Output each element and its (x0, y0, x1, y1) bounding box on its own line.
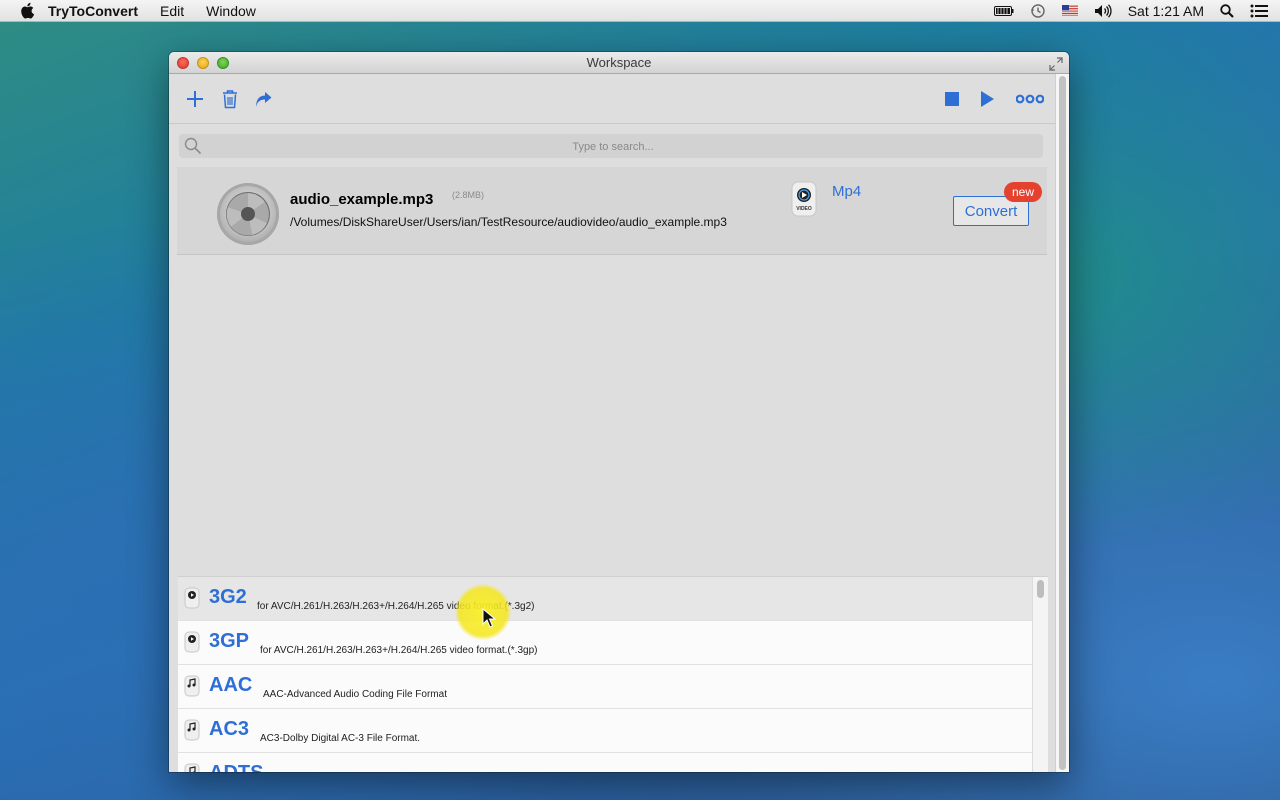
format-option-description: AC3-Dolby Digital AC-3 File Format. (260, 733, 421, 744)
search-input[interactable] (179, 134, 1047, 160)
workspace-content: audio_example.mp3 (2.8MB) /Volumes/DiskS… (169, 74, 1055, 772)
format-list-scroll-thumb[interactable] (1037, 580, 1044, 598)
file-thumbnail (217, 183, 279, 245)
window-scrollbar[interactable] (1055, 74, 1069, 772)
close-window-button[interactable] (177, 57, 189, 69)
format-option-adts[interactable]: ADTS (178, 753, 1032, 772)
format-option-name: AC3 (209, 718, 250, 740)
format-option-name: 3GP (209, 630, 250, 652)
video-file-icon (184, 631, 200, 653)
aperture-icon (226, 192, 270, 236)
file-path: /Volumes/DiskShareUser/Users/ian/TestRes… (290, 215, 727, 229)
video-file-icon (184, 587, 200, 609)
minimize-window-button[interactable] (197, 57, 209, 69)
zoom-window-button[interactable] (217, 57, 229, 69)
notification-center-icon[interactable] (1250, 4, 1268, 18)
file-item[interactable]: audio_example.mp3 (2.8MB) /Volumes/DiskS… (177, 167, 1047, 255)
format-option-name: 3G2 (209, 586, 247, 608)
format-option-name: ADTS (209, 762, 263, 772)
menubar-clock[interactable]: Sat 1:21 AM (1128, 3, 1204, 19)
format-option-description: AAC-Advanced Audio Coding File Format (263, 689, 447, 700)
app-menu[interactable]: TryToConvert (48, 3, 138, 19)
audio-file-icon (184, 675, 200, 697)
edit-menu[interactable]: Edit (160, 3, 184, 19)
format-list-scrollbar[interactable] (1032, 577, 1048, 772)
file-size: (2.8MB) (452, 190, 485, 200)
file-name: audio_example.mp3 (290, 191, 434, 208)
toolbar (169, 74, 1055, 124)
spotlight-icon[interactable] (1220, 3, 1234, 18)
window-title: Workspace (586, 55, 652, 70)
window-menu[interactable]: Window (206, 3, 256, 19)
search-bar (179, 134, 1047, 160)
window-scroll-thumb[interactable] (1059, 76, 1066, 770)
fullscreen-icon[interactable] (1049, 56, 1063, 71)
trash-icon[interactable] (219, 88, 241, 110)
add-icon[interactable] (184, 88, 206, 110)
share-icon[interactable] (253, 88, 275, 110)
window-titlebar[interactable]: Workspace (169, 52, 1069, 74)
play-icon[interactable] (976, 88, 998, 110)
format-option-description: for AVC/H.261/H.263/H.263+/H.264/H.265 v… (260, 645, 538, 656)
audio-file-icon (184, 719, 200, 741)
audio-file-icon (184, 763, 200, 772)
format-dropdown-list[interactable]: 3G2 for AVC/H.261/H.263/H.263+/H.264/H.26… (178, 576, 1048, 772)
time-machine-icon[interactable] (1030, 3, 1046, 19)
menu-bar: TryToConvert Edit Window Sat 1:21 AM (0, 0, 1280, 22)
video-format-icon[interactable]: VIDEO (789, 180, 819, 218)
format-option-name: AAC (209, 674, 253, 696)
format-option-description: for AVC/H.261/H.263/H.263+/H.264/H.265 v… (257, 601, 535, 612)
volume-icon[interactable] (1094, 3, 1112, 18)
format-icon-text: VIDEO (796, 206, 812, 212)
format-option-3gp[interactable]: 3GP for AVC/H.261/H.263/H.263+/H.264/H.26… (178, 621, 1032, 665)
us-flag-icon[interactable] (1061, 5, 1078, 16)
apple-menu-icon[interactable] (18, 2, 36, 20)
new-badge: new (1004, 182, 1043, 202)
format-option-3g2[interactable]: 3G2 for AVC/H.261/H.263/H.263+/H.264/H.26… (178, 577, 1032, 621)
more-icon[interactable] (1015, 88, 1045, 110)
battery-icon[interactable] (993, 5, 1014, 17)
format-option-aac[interactable]: AAC AAC-Advanced Audio Coding File Format (178, 665, 1032, 709)
format-option-ac3[interactable]: AC3 AC3-Dolby Digital AC-3 File Format. (178, 709, 1032, 753)
workspace-window: Workspace Type to search... audio_exampl… (169, 52, 1069, 772)
stop-icon[interactable] (941, 88, 963, 110)
output-format-label[interactable]: Mp4 (832, 183, 861, 200)
